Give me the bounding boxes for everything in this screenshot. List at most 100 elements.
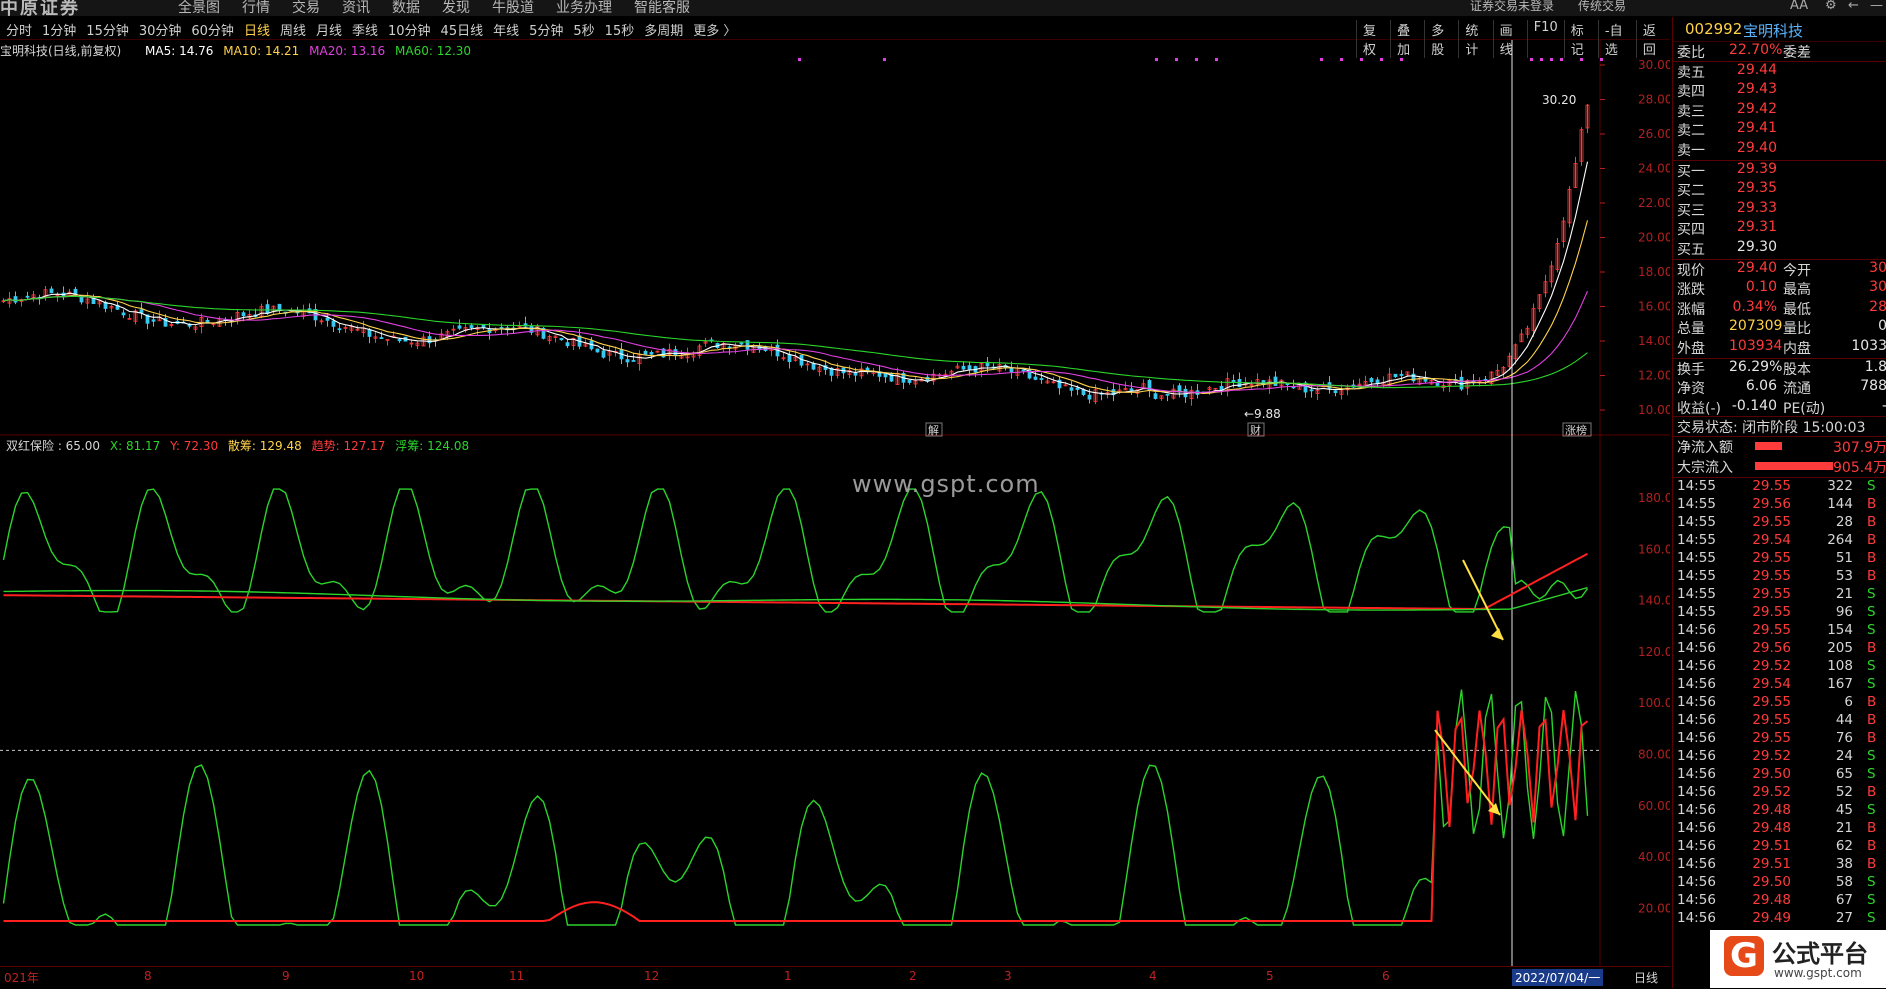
tick-price: 29.55	[1752, 694, 1791, 711]
candle-body	[1273, 376, 1278, 386]
tick-time: 14:56	[1677, 910, 1716, 927]
candle-body	[1435, 382, 1440, 386]
font-size-icon[interactable]: AA	[1790, 0, 1808, 13]
candle-body	[25, 295, 30, 298]
tick-volume: 322	[1827, 478, 1853, 495]
period-tab[interactable]: 多周期	[644, 20, 683, 39]
flow-label: 大宗流入	[1677, 459, 1733, 476]
menu-item[interactable]: 资讯	[342, 0, 370, 16]
period-tab[interactable]: 日线	[244, 20, 270, 39]
ma60-value: MA60: 12.30	[395, 44, 472, 58]
period-tab[interactable]: 季线	[352, 20, 378, 39]
x-green-line	[2, 689, 1589, 926]
period-tab[interactable]: 5秒	[573, 20, 594, 39]
ask-label: 卖一	[1677, 143, 1705, 159]
bid-row: 买一 29.39	[1673, 161, 1886, 180]
tick-time: 14:56	[1677, 766, 1716, 783]
top-menu-bar: 中原证券 全景图 行情 交易 资讯 数据 发现 牛股道 业务办理 智能客服 证券交易未登录 传统交…	[0, 0, 1886, 16]
stat-label-2: 股本	[1783, 361, 1811, 378]
signal-dot	[1530, 58, 1533, 61]
minimize-icon[interactable]: —	[1870, 0, 1883, 13]
candle-body	[739, 342, 744, 345]
tick-direction: B	[1867, 532, 1877, 549]
ask-price: 29.40	[1736, 140, 1777, 156]
period-tab[interactable]: 60分钟	[191, 20, 234, 39]
tick-volume: 51	[1835, 550, 1853, 567]
period-tab[interactable]: 15秒	[605, 20, 635, 39]
period-tab[interactable]: 年线	[493, 20, 519, 39]
candle-body	[595, 348, 600, 353]
candle-body	[907, 380, 912, 383]
stat-row: 净资 6.06 流通 788	[1673, 378, 1886, 397]
tick-volume: 167	[1827, 676, 1853, 693]
price-tick-label: 14.00	[1638, 334, 1670, 348]
period-tab[interactable]: 更多 〉	[693, 20, 736, 39]
candle-body	[469, 325, 474, 329]
period-tab[interactable]: 15分钟	[86, 20, 129, 39]
menu-item[interactable]: 智能客服	[634, 0, 690, 16]
stock-name[interactable]: 宝明科技	[1743, 20, 1803, 41]
period-label[interactable]: 日线	[1634, 969, 1658, 986]
bid-label: 买二	[1677, 183, 1705, 200]
period-tab[interactable]: 月线	[316, 20, 342, 39]
period-tab[interactable]: 45日线	[441, 20, 484, 39]
brand-logo-icon: G	[1724, 936, 1764, 976]
candle-body	[499, 327, 504, 329]
settings-icon[interactable]: ⚙	[1825, 0, 1837, 13]
menu-item[interactable]: 发现	[442, 0, 470, 16]
stat-row: 外盘 103934 内盘 1033	[1673, 338, 1886, 357]
price-tick-label: 18.00	[1638, 265, 1670, 279]
tick-row: 14:56 29.55 44 B	[1673, 712, 1886, 730]
menu-item[interactable]: 交易	[292, 0, 320, 16]
tick-row: 14:56 29.48 45 S	[1673, 802, 1886, 820]
stat-value: 0.10	[1745, 279, 1777, 296]
account-menu-item[interactable]: 证券交易未登录	[1470, 0, 1554, 14]
stat-value-2: 28	[1869, 298, 1886, 315]
tick-volume: 27	[1835, 910, 1853, 927]
period-tab[interactable]: 周线	[280, 20, 306, 39]
tick-time: 14:56	[1677, 658, 1716, 675]
menu-item[interactable]: 牛股道	[492, 0, 534, 16]
flow-value: 905.4万	[1833, 459, 1886, 476]
stock-code[interactable]: 002992	[1685, 20, 1742, 38]
tick-direction: B	[1867, 730, 1877, 747]
menu-item[interactable]: 业务办理	[556, 0, 612, 16]
float-green-line	[3, 586, 1588, 611]
period-tab[interactable]: 10分钟	[388, 20, 431, 39]
indicator-fuchou: 浮筹: 124.08	[395, 439, 470, 453]
price-tick-label: 10.00	[1638, 403, 1670, 417]
candle-body	[325, 317, 330, 321]
tick-direction: B	[1867, 640, 1877, 657]
period-tab[interactable]: 5分钟	[529, 20, 563, 39]
menu-item[interactable]: 数据	[392, 0, 420, 16]
tick-direction: S	[1867, 604, 1876, 621]
back-icon[interactable]: ←	[1848, 0, 1859, 13]
period-tab[interactable]: 分时	[6, 20, 32, 39]
status-row: 交易状态: 闭市阶段 15:00:03	[1673, 417, 1886, 436]
period-tab[interactable]: 1分钟	[42, 20, 76, 39]
tick-time: 14:55	[1677, 604, 1716, 621]
candle-body	[205, 319, 210, 323]
bid-price: 29.30	[1736, 239, 1777, 255]
bid-price: 29.39	[1736, 160, 1777, 177]
tick-time: 14:56	[1677, 622, 1716, 639]
stat-value-2: 0	[1878, 318, 1886, 335]
bid-label: 买五	[1677, 242, 1705, 258]
tick-price: 29.52	[1752, 784, 1791, 801]
event-marker: 解	[928, 423, 939, 437]
account-menu-item[interactable]: 传统交易	[1578, 0, 1626, 14]
y-red-line	[3, 710, 1589, 922]
candle-body	[559, 337, 564, 341]
period-tab[interactable]: 30分钟	[139, 20, 182, 39]
event-marker: 财	[1250, 423, 1261, 437]
tick-price: 29.55	[1752, 730, 1791, 747]
candle-body	[1393, 373, 1398, 378]
menu-item[interactable]: 全景图	[178, 0, 220, 16]
tick-direction: S	[1867, 802, 1876, 819]
menu-item[interactable]: 行情	[242, 0, 270, 16]
tick-row: 14:56 29.49 27 S	[1673, 910, 1886, 928]
date-tick-label: 8	[144, 969, 152, 983]
stat-label-2: PE(动)	[1783, 400, 1826, 417]
kline-chart[interactable]: 30.00 28.00 26.00 24.00 22.00 20.00 18.00 16.00…	[0, 40, 1670, 966]
tick-price: 29.56	[1752, 640, 1791, 657]
